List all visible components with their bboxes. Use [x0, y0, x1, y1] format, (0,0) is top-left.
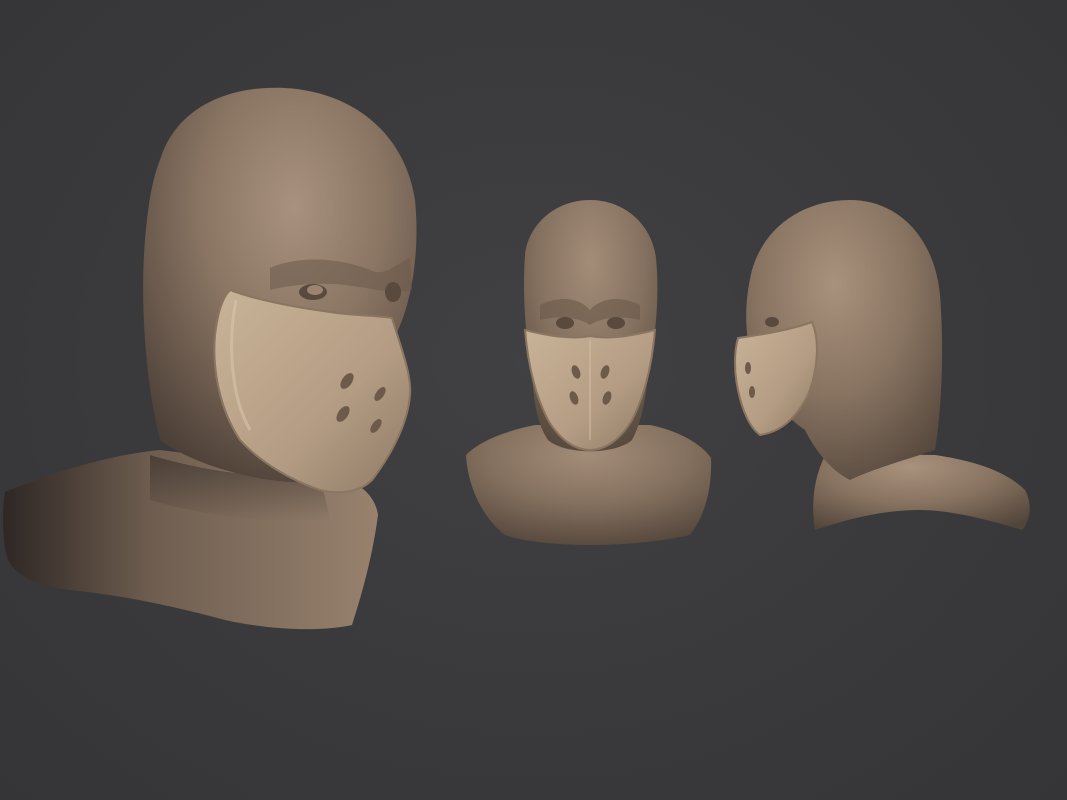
- bust-front-view: [466, 200, 712, 545]
- mask-vent-s1: [745, 362, 751, 374]
- bust-three-quarter-view: [3, 87, 417, 630]
- mask-vent-s2: [749, 386, 755, 398]
- sculpt-scene: [3, 87, 1030, 630]
- eye-right-front: [607, 317, 625, 329]
- eye-right: [385, 282, 401, 302]
- eye-left-front: [556, 317, 574, 329]
- viewport-canvas: [0, 0, 1067, 800]
- eye-side: [765, 317, 779, 327]
- bust-side-view: [734, 200, 1030, 530]
